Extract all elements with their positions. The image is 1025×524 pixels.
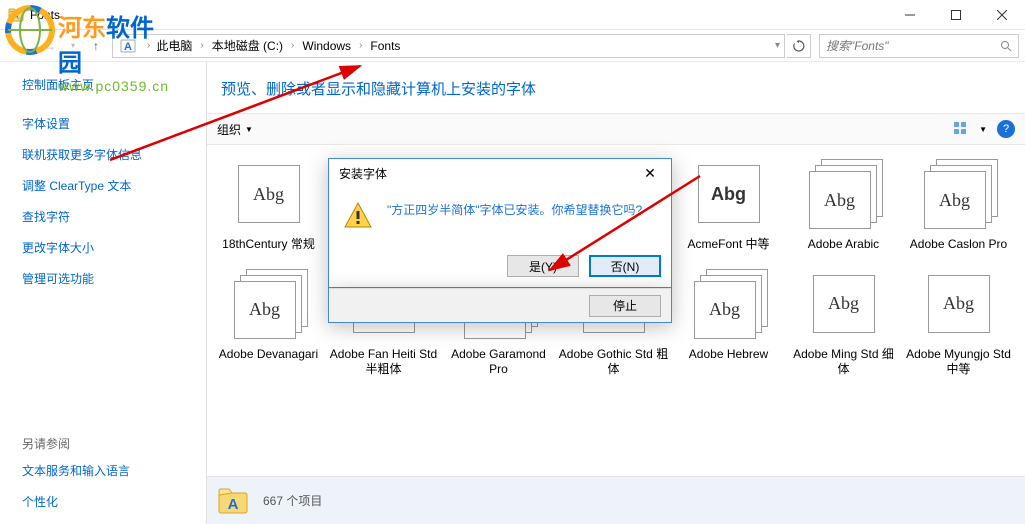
font-thumbnail: Abg [690,269,768,339]
breadcrumb-item[interactable]: 此电脑 [154,35,194,56]
font-name: Adobe Gothic Std 粗体 [558,347,669,378]
breadcrumb-dropdown[interactable]: ▾ [775,40,780,51]
nav-back-button[interactable]: ← [6,34,34,58]
sidebar-link[interactable]: 联机获取更多字体信息 [22,146,206,163]
font-tile[interactable]: Abg Adobe Caslon Pro [901,153,1016,263]
font-name: Adobe Ming Std 细体 [788,347,899,378]
window-titlebar: A Fonts [0,0,1025,30]
svg-text:A: A [228,496,239,513]
status-count: 667 个项目 [263,492,322,509]
minimize-button[interactable] [887,0,933,30]
dialog-close-button[interactable]: ✕ [635,162,665,184]
font-tile[interactable]: Abg 18thCentury 常规 [211,153,326,263]
font-name: Adobe Devanagari [219,347,318,363]
organize-label: 组织 [217,121,241,138]
font-thumbnail: Abg [690,159,768,229]
chevron-right-icon: › [147,40,150,51]
svg-text:A: A [124,41,132,53]
search-input[interactable] [820,39,994,53]
sidebar-link[interactable]: 管理可选功能 [22,270,206,287]
fonts-folder-icon: A [119,37,137,55]
font-thumbnail: Abg [230,159,308,229]
status-bar: A 667 个项目 [207,476,1025,524]
close-button[interactable] [979,0,1025,30]
search-box[interactable] [819,34,1019,58]
dialog-title: 安装字体 [339,165,387,182]
organize-button[interactable]: 组织 ▼ [217,121,253,138]
see-also-header: 另请参阅 [22,435,206,452]
search-icon[interactable] [994,40,1018,52]
breadcrumb-item[interactable]: 本地磁盘 (C:) [210,35,285,56]
sidebar: 控制面板主页 字体设置 联机获取更多字体信息 调整 ClearType 文本 查… [0,62,206,524]
chevron-right-icon: › [359,40,362,51]
nav-up-button[interactable]: ↑ [82,34,110,58]
font-thumbnail: Abg [920,159,998,229]
font-tile[interactable]: Abg Adobe Myungjo Std 中等 [901,263,1016,388]
sidebar-link[interactable]: 更改字体大小 [22,239,206,256]
svg-text:A: A [13,12,19,21]
window-title: Fonts [30,8,887,22]
dialog-no-button[interactable]: 否(N) [589,255,661,277]
address-bar: ← → ▾ ↑ A › 此电脑 › 本地磁盘 (C:) › Windows › … [0,30,1025,62]
see-also-link[interactable]: 文本服务和输入语言 [22,462,206,479]
sidebar-link[interactable]: 字体设置 [22,115,206,132]
chevron-down-icon[interactable]: ▼ [979,125,987,134]
font-name: AcmeFont 中等 [687,237,769,253]
sidebar-link[interactable]: 调整 ClearType 文本 [22,177,206,194]
font-tile[interactable]: Abg Adobe Devanagari [211,263,326,388]
font-name: Adobe Caslon Pro [910,237,1007,253]
maximize-button[interactable] [933,0,979,30]
breadcrumb-item[interactable]: Windows [300,37,353,55]
chevron-right-icon: › [200,40,203,51]
font-tile[interactable]: Abg Adobe Ming Std 细体 [786,263,901,388]
view-options-button[interactable] [953,121,969,137]
breadcrumb-item[interactable]: Fonts [368,37,402,55]
nav-forward-button[interactable]: → [36,34,64,58]
dialog-stop-button[interactable]: 停止 [589,295,661,317]
font-name: Adobe Fan Heiti Std 半粗体 [328,347,439,378]
see-also-link[interactable]: 个性化 [22,493,206,510]
font-tile[interactable]: Abg Adobe Arabic [786,153,901,263]
sidebar-link[interactable]: 查找字符 [22,208,206,225]
font-thumbnail: Abg [920,269,998,339]
breadcrumb-bar[interactable]: A › 此电脑 › 本地磁盘 (C:) › Windows › Fonts ▾ [112,34,785,58]
font-name: Adobe Arabic [808,237,879,253]
chevron-down-icon: ▼ [245,125,253,134]
refresh-button[interactable] [787,34,811,58]
dialog-yes-button[interactable]: 是(Y) [507,255,579,277]
install-font-dialog: 安装字体 ✕ "方正四岁半简体"字体已安装。你希望替换它吗? 是(Y) 否(N)… [328,158,672,323]
page-title: 预览、删除或者显示和隐藏计算机上安装的字体 [221,78,1025,99]
font-name: Adobe Garamond Pro [443,347,554,378]
font-name: Adobe Hebrew [689,347,768,363]
nav-history-dropdown[interactable]: ▾ [66,34,80,58]
help-button[interactable]: ? [997,120,1015,138]
font-thumbnail: Abg [805,269,883,339]
font-thumbnail: Abg [230,269,308,339]
toolbar: 组织 ▼ ▼ ? [207,113,1025,145]
font-name: Adobe Myungjo Std 中等 [903,347,1014,378]
fonts-folder-large-icon: A [217,485,249,517]
chevron-right-icon: › [291,40,294,51]
font-tile[interactable]: Abg AcmeFont 中等 [671,153,786,263]
folder-icon: A [8,7,24,23]
font-name: 18thCentury 常规 [222,237,315,253]
sidebar-home-link[interactable]: 控制面板主页 [22,76,206,93]
font-thumbnail: Abg [805,159,883,229]
warning-icon [343,201,373,231]
font-tile[interactable]: Abg Adobe Hebrew [671,263,786,388]
dialog-message: "方正四岁半简体"字体已安装。你希望替换它吗? [387,201,642,231]
